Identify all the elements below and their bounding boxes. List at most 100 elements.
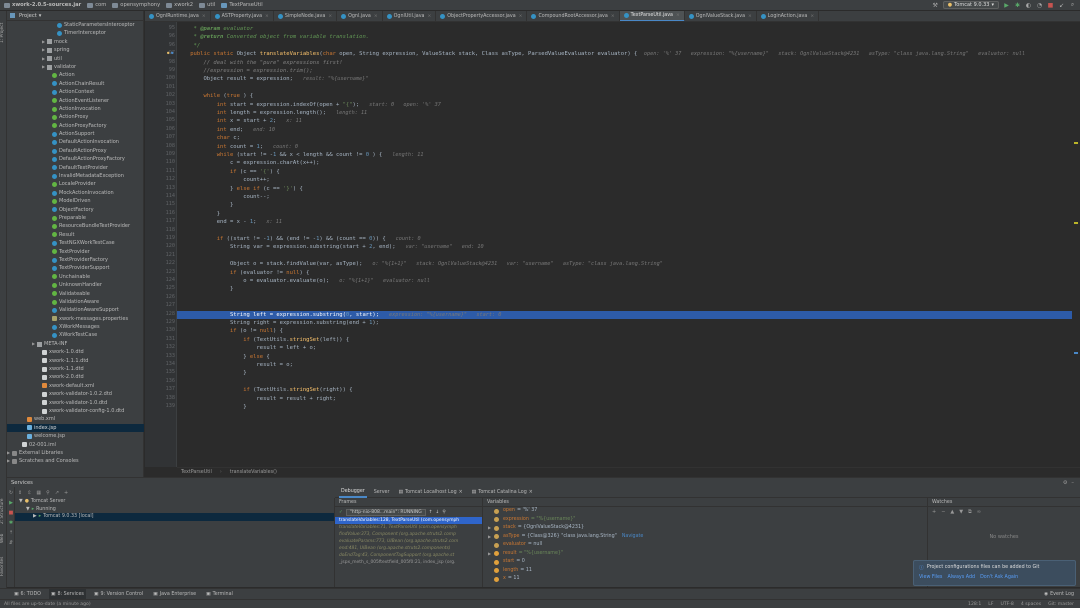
service-node[interactable]: ▶ ▸ Tomcat 9.0.33 [local] [15,513,334,521]
tree-item[interactable]: ▶ Scratches and Consoles [7,457,144,465]
editor-gutter[interactable]: 95 96 96 97 98 99 100 101 102 103 104 105 106 107 108 1… [145,22,177,467]
code-line[interactable]: end = x - 1; x: 11 [177,218,1072,226]
project-panel-header[interactable]: Project ▾ [7,11,143,21]
service-node[interactable]: ▼ ● Tomcat Server [15,498,334,506]
code-line[interactable]: } else { [177,353,1072,361]
code-line[interactable]: String right = expression.substring(end … [177,319,1072,327]
thread-selector[interactable]: ✓ "http-nio-808...main": RUNNING ↑ ↓ ⚲ [335,507,482,517]
tree-item[interactable]: ActionSupport [7,130,144,138]
down-icon[interactable]: ↓ [436,510,440,515]
tree-item[interactable]: welcome.jsp [7,432,144,440]
code-line[interactable]: } [177,403,1072,411]
status-indicator[interactable]: UTF-8 [1000,602,1013,607]
debug-icon[interactable]: ✱ [1014,2,1021,9]
code-line[interactable]: while (start != -1 && x < length && coun… [177,151,1072,159]
bottom-tab[interactable]: ▣ 9: Version Control [92,589,145,600]
bottom-tab[interactable]: ▣ 6: TODO [12,589,43,600]
variable-row[interactable]: ▶ stack = {OgnlValueStack@4231} [483,524,927,533]
tree-item[interactable]: ▶ mock [7,38,144,46]
group-icon[interactable]: ▦ [36,490,41,496]
nav-crumb[interactable]: com [87,2,106,8]
tree-item[interactable]: xwork-1.1.1.dtd [7,357,144,365]
editor-tab[interactable]: LoginAction.java × [757,11,820,21]
variable-row[interactable]: start = 0 [483,558,927,567]
code-line[interactable]: } [177,285,1072,293]
tree-item[interactable]: DefaultTextProvider [7,164,144,172]
code-line[interactable]: if (evaluator != null) { [177,269,1072,277]
nav-crumb[interactable]: xwork-2.0.5-sources.jar [4,2,81,8]
minimize-icon[interactable]: – [1071,480,1074,486]
code-line[interactable]: count--; [177,193,1072,201]
tree-item[interactable]: DefaultActionInvocation [7,138,144,146]
code-line[interactable]: } [177,201,1072,209]
code-line[interactable]: count++; [177,176,1072,184]
tree-item[interactable]: ValidationAwareSupport [7,306,144,314]
tree-item[interactable]: ▶ META-INF [7,340,144,348]
stack-frame[interactable]: translateVariables:128, TextParseUtil (c… [335,517,482,524]
code-line[interactable] [177,84,1072,92]
editor-tab[interactable]: OgnlValueStack.java × [685,11,757,21]
jump-icon[interactable]: ↗ [55,490,59,496]
tree-item[interactable]: xwork-1.1.dtd [7,365,144,373]
code-line[interactable]: while (true ) { [177,92,1072,100]
glasses-icon[interactable]: ∞ [977,509,981,515]
always-add-link[interactable]: Always Add [947,575,975,580]
code-line[interactable]: //expression = expression.trim(); [177,67,1072,75]
stack-frame[interactable]: end:481, UIBean (org.apache.struts2.comp… [335,545,482,552]
code-line[interactable]: */ [177,42,1072,50]
up-icon[interactable]: ↑ [429,510,433,515]
close-icon[interactable]: × [810,14,814,19]
code-line[interactable]: public static Object translateVariables(… [177,50,1072,58]
code-line[interactable]: result = result + right; [177,395,1072,403]
status-indicator[interactable]: LF [988,602,993,607]
variable-row[interactable]: expression = "%{username}" [483,516,927,525]
tree-item[interactable]: Validateable [7,290,144,298]
play-icon[interactable]: ▶ [1003,2,1010,9]
tree-item[interactable]: TextProvider [7,248,144,256]
tree-item[interactable]: xwork-default.xml [7,382,144,390]
tree-item[interactable]: Action [7,71,144,79]
code-line[interactable]: o = evaluator.evaluate(o); o: "%{1+1}" e… [177,277,1072,285]
variable-row[interactable]: ▶ result = "%{username}" [483,550,927,559]
tree-item[interactable]: XWorkTestCase [7,331,144,339]
editor-tab[interactable]: ASTProperty.java × [211,11,274,21]
code-line[interactable]: result = o; [177,361,1072,369]
code-line[interactable] [177,227,1072,235]
code-line[interactable]: Object result = expression; result: "%{u… [177,75,1072,83]
tree-item[interactable]: ▶ spring [7,46,144,54]
close-icon[interactable]: × [427,14,431,19]
debug-icon[interactable]: ✱ [8,520,14,526]
code-line[interactable] [177,302,1072,310]
code-line[interactable]: if (c == '{') { [177,168,1072,176]
tree-item[interactable]: xwork-messages.properties [7,315,144,323]
profile-icon[interactable]: ◔ [1036,2,1043,9]
tree-item[interactable]: ActionInvocation [7,105,144,113]
stack-frame[interactable]: evaluateParams:773, UIBean (org.apache.s… [335,538,482,545]
add-icon[interactable]: + [932,509,936,515]
tree-item[interactable]: TimerInterceptor [7,29,144,37]
coverage-icon[interactable]: ◐ [1025,2,1032,9]
close-icon[interactable]: × [529,490,533,495]
tree-item[interactable]: ModelDriven [7,197,144,205]
tree-item[interactable]: xwork-1.0.dtd [7,348,144,356]
bottom-tab[interactable]: ▣ Java Enterprise [151,589,198,600]
view-files-link[interactable]: View Files [919,575,942,580]
code-line[interactable]: int start = expression.indexOf(open + "{… [177,101,1072,109]
thread-label[interactable]: "http-nio-808...main": RUNNING [345,508,426,516]
code-editor[interactable]: * @param evaluator * @return Converted o… [177,22,1072,467]
hammer-icon[interactable]: ⚒ [932,2,939,9]
variable-row[interactable]: x = 11 [483,575,927,584]
tree-item[interactable]: 02-001.iml [7,441,144,449]
code-line[interactable]: int end; end: 10 [177,126,1072,134]
editor-tab[interactable]: CompoundRootAccessor.java × [527,11,620,21]
code-line[interactable]: String var = expression.substring(start … [177,243,1072,251]
editor-tab[interactable]: Ognl.java × [337,11,383,21]
tree-item[interactable]: ResourceBundleTextProvider [7,222,144,230]
dont-ask-again-link[interactable]: Don't Ask Again [980,575,1018,580]
up-icon[interactable]: ▲ [950,509,954,515]
editor-tab[interactable]: SimpleNode.java × [274,11,338,21]
nav-crumb[interactable]: util [199,2,215,8]
tree-item[interactable]: TextProviderSupport [7,264,144,272]
editor-tab[interactable]: TextParseUtil.java × [619,11,685,21]
expand-all-icon[interactable]: ⇕ [18,490,22,496]
